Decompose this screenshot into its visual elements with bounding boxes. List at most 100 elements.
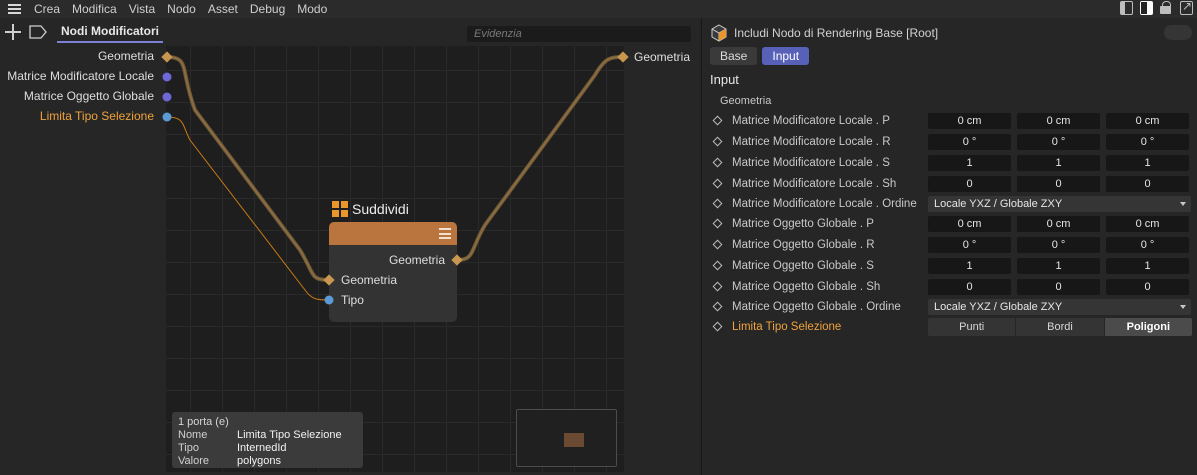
- tab-input[interactable]: Input: [762, 47, 810, 65]
- minimap-node: [564, 433, 584, 447]
- menu-bar: Crea Modifica Vista Nodo Asset Debug Mod…: [0, 0, 1197, 18]
- keyframe-diamond-icon[interactable]: [712, 136, 723, 147]
- graph-input-matrice-modificatore-locale: Matrice Modificatore Locale: [7, 69, 154, 83]
- attr-value-x[interactable]: 0 cm: [928, 216, 1011, 232]
- attr-value-y[interactable]: 0 cm: [1017, 216, 1100, 232]
- attr-row-obj-p: Matrice Oggetto Globale . P 0 cm 0 cm 0 …: [702, 214, 1197, 234]
- node-input-tipo: Tipo: [341, 293, 364, 307]
- subdivide-node[interactable]: Geometria Geometria Tipo: [329, 222, 457, 322]
- graph-input-limita-tipo-selezione: Limita Tipo Selezione: [39, 109, 154, 123]
- attr-value-y[interactable]: 0 °: [1017, 134, 1100, 150]
- graph-input-ports: Geometria Matrice Modificatore Locale Ma…: [0, 46, 166, 475]
- attr-row-mod-s: Matrice Modificatore Locale . S 1 1 1: [702, 153, 1197, 173]
- attr-value-y[interactable]: 1: [1017, 155, 1100, 171]
- rotation-order-dropdown[interactable]: Locale YXZ / Globale ZXY: [928, 196, 1191, 212]
- attr-value-x[interactable]: 1: [928, 155, 1011, 171]
- attr-value-x[interactable]: 0 cm: [928, 113, 1011, 129]
- option-poligoni[interactable]: Poligoni: [1104, 318, 1192, 336]
- attr-value-z[interactable]: 0: [1106, 176, 1189, 192]
- menu-modo[interactable]: Modo: [291, 0, 333, 18]
- group-title: Geometria: [720, 95, 772, 107]
- selection-type-segmented: Punti Bordi Poligoni: [928, 318, 1192, 336]
- attr-value-z[interactable]: 0 cm: [1106, 216, 1189, 232]
- graph-input-matrice-oggetto-globale: Matrice Oggetto Globale: [23, 89, 154, 103]
- attr-value-y[interactable]: 0 °: [1017, 237, 1100, 253]
- attr-label: Matrice Oggetto Globale . Ordine: [732, 301, 901, 313]
- tag-icon[interactable]: [29, 25, 47, 39]
- attr-value-y[interactable]: 0: [1017, 279, 1100, 295]
- port-info-tooltip: 1 porta (e) Nome Limita Tipo Selezione T…: [172, 412, 363, 468]
- attribute-tabs: Base Input: [710, 47, 810, 65]
- keyframe-diamond-icon[interactable]: [712, 198, 723, 209]
- attr-value-x[interactable]: 0 °: [928, 134, 1011, 150]
- attr-value-x[interactable]: 0: [928, 176, 1011, 192]
- attr-label: Matrice Modificatore Locale . P: [732, 115, 890, 127]
- expand-icon[interactable]: [1180, 0, 1193, 15]
- graph-minimap[interactable]: [516, 409, 617, 467]
- attr-value-x[interactable]: 0: [928, 279, 1011, 295]
- chevron-down-icon: [1180, 305, 1186, 309]
- add-node-icon[interactable]: [5, 24, 21, 40]
- attr-value-z[interactable]: 0 cm: [1106, 113, 1189, 129]
- option-bordi[interactable]: Bordi: [1016, 318, 1105, 336]
- keyframe-diamond-icon[interactable]: [712, 321, 723, 332]
- option-punti[interactable]: Punti: [928, 318, 1017, 336]
- menu-modifica[interactable]: Modifica: [66, 0, 123, 18]
- keyframe-diamond-icon[interactable]: [712, 157, 723, 168]
- keyframe-diamond-icon[interactable]: [712, 218, 723, 229]
- tab-base[interactable]: Base: [710, 47, 758, 65]
- keyframe-diamond-icon[interactable]: [712, 281, 723, 292]
- info-row: Tipo InternedId: [178, 442, 357, 455]
- info-value: Limita Tipo Selezione: [237, 429, 342, 441]
- attribute-title: Includi Nodo di Rendering Base [Root]: [734, 26, 939, 40]
- rotation-order-dropdown[interactable]: Locale YXZ / Globale ZXY: [928, 299, 1191, 315]
- attr-value-x[interactable]: 0 °: [928, 237, 1011, 253]
- panel-left-icon[interactable]: [1120, 1, 1133, 15]
- node-output-geometria: Geometria: [388, 253, 445, 267]
- attr-row-mod-r: Matrice Modificatore Locale . R 0 ° 0 ° …: [702, 132, 1197, 152]
- attr-value-z[interactable]: 0 °: [1106, 237, 1189, 253]
- panel-right-icon[interactable]: [1140, 1, 1153, 15]
- attr-value-z[interactable]: 1: [1106, 155, 1189, 171]
- attr-value-y[interactable]: 0 cm: [1017, 113, 1100, 129]
- keyframe-diamond-icon[interactable]: [712, 260, 723, 271]
- keyframe-diamond-icon[interactable]: [712, 115, 723, 126]
- node-header[interactable]: [329, 222, 457, 245]
- menu-debug[interactable]: Debug: [244, 0, 291, 18]
- info-count: 1 porta (e): [178, 416, 229, 428]
- keyframe-diamond-icon[interactable]: [712, 239, 723, 250]
- graph-input-geometria: Geometria: [97, 49, 154, 63]
- keyframe-diamond-icon[interactable]: [712, 178, 723, 189]
- attr-value-y[interactable]: 1: [1017, 258, 1100, 274]
- attr-value-z[interactable]: 0 °: [1106, 134, 1189, 150]
- attr-row-obj-sh: Matrice Oggetto Globale . Sh 0 0 0: [702, 277, 1197, 297]
- attribute-toggle[interactable]: [1164, 25, 1192, 40]
- subdivide-grid-icon: [332, 201, 348, 217]
- attr-value-y[interactable]: 0: [1017, 176, 1100, 192]
- info-key: Valore: [178, 455, 209, 467]
- menu-asset[interactable]: Asset: [202, 0, 244, 18]
- keyframe-diamond-icon[interactable]: [712, 301, 723, 312]
- tab-nodi-modificatori[interactable]: Nodi Modificatori: [57, 21, 163, 43]
- menu-vista[interactable]: Vista: [123, 0, 161, 18]
- attr-label: Matrice Oggetto Globale . Sh: [732, 281, 881, 293]
- node-title: Suddividi: [332, 201, 409, 217]
- graph-output-geometria: Geometria: [634, 50, 691, 64]
- menu-nodo[interactable]: Nodo: [161, 0, 202, 18]
- lock-icon[interactable]: [1160, 1, 1173, 15]
- dropdown-value: Locale YXZ / Globale ZXY: [934, 301, 1063, 313]
- highlight-search-input[interactable]: [467, 26, 691, 42]
- node-cube-icon: [711, 24, 727, 42]
- attr-value-z[interactable]: 0: [1106, 279, 1189, 295]
- attr-label: Matrice Oggetto Globale . S: [732, 260, 874, 272]
- info-row: Valore polygons: [178, 455, 357, 468]
- info-key: Nome: [178, 429, 208, 441]
- hamburger-menu-icon[interactable]: [0, 0, 28, 18]
- menu-crea[interactable]: Crea: [28, 0, 66, 18]
- info-value: InternedId: [237, 442, 287, 454]
- node-menu-icon[interactable]: [439, 228, 451, 239]
- window-controls: [1120, 0, 1193, 15]
- attr-value-x[interactable]: 1: [928, 258, 1011, 274]
- attr-value-z[interactable]: 1: [1106, 258, 1189, 274]
- attr-row-limita-tipo: Limita Tipo Selezione Punti Bordi Poligo…: [702, 317, 1197, 337]
